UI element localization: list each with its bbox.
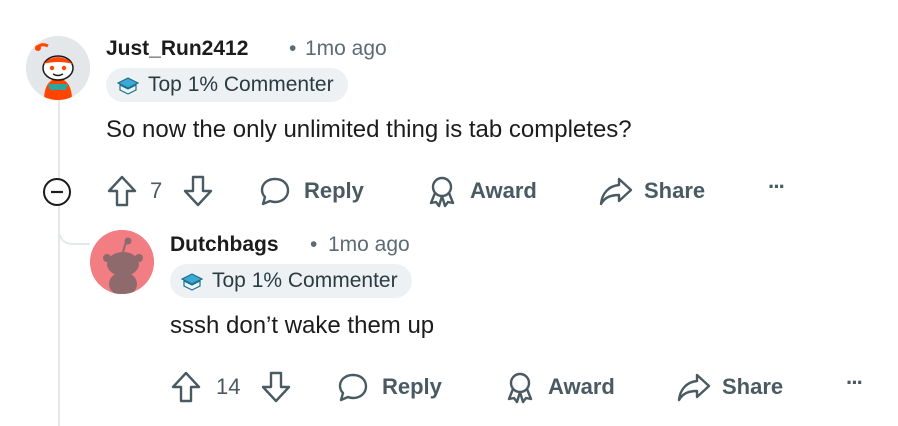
downvote-button[interactable]: [182, 174, 214, 208]
reply-button[interactable]: Reply: [336, 370, 442, 404]
vote-count: 14: [216, 374, 241, 399]
award-label: Award: [548, 374, 615, 399]
downvote-icon: [183, 175, 213, 207]
flair-icon: [180, 271, 204, 291]
flair-icon: [116, 75, 140, 95]
share-icon: [677, 373, 711, 402]
meta-separator: •: [289, 37, 297, 60]
award-icon: [429, 176, 455, 208]
upvote-button[interactable]: [106, 174, 138, 208]
meta-separator: •: [310, 233, 318, 256]
avatar[interactable]: [90, 230, 154, 294]
timestamp[interactable]: 1mo ago: [305, 37, 387, 61]
award-button[interactable]: Award: [426, 174, 537, 208]
reply-label: Reply: [304, 178, 364, 203]
award-icon: [507, 372, 533, 404]
reply-icon: [260, 177, 290, 206]
more-options-button[interactable]: ···: [768, 174, 786, 200]
award-label: Award: [470, 178, 537, 203]
username[interactable]: Dutchbags: [170, 233, 279, 257]
comment-body: sssh don’t wake them up: [170, 312, 435, 339]
upvote-icon: [107, 175, 137, 207]
share-label: Share: [644, 178, 706, 203]
comment-body: So now the only unlimited thing is tab c…: [106, 116, 632, 143]
timestamp[interactable]: 1mo ago: [328, 233, 410, 257]
downvote-button[interactable]: [260, 370, 292, 404]
downvote-icon: [261, 371, 291, 403]
snoo-avatar-icon: [26, 36, 90, 100]
flair-label: Top 1% Commenter: [148, 73, 334, 96]
share-label: Share: [722, 374, 784, 399]
flair-badge: Top 1% Commenter: [170, 264, 412, 298]
thread-line-main: [58, 100, 60, 426]
share-icon: [599, 177, 633, 206]
avatar[interactable]: [26, 36, 90, 100]
share-button[interactable]: Share: [676, 370, 783, 404]
upvote-button[interactable]: [170, 370, 202, 404]
username[interactable]: Just_Run2412: [106, 37, 248, 61]
flair-badge: Top 1% Commenter: [106, 68, 348, 102]
collapse-icon: [43, 178, 71, 206]
reply-icon: [338, 373, 368, 402]
reply-label: Reply: [382, 374, 442, 399]
vote-count: 7: [150, 178, 163, 203]
more-options-button[interactable]: ···: [846, 370, 864, 396]
more-icon: ···: [768, 174, 786, 199]
reply-button[interactable]: Reply: [258, 174, 364, 208]
collapse-button[interactable]: [42, 177, 72, 212]
snoo-avatar-icon: [90, 230, 154, 294]
flair-label: Top 1% Commenter: [212, 269, 398, 292]
award-button[interactable]: Award: [504, 370, 615, 404]
upvote-icon: [171, 371, 201, 403]
share-button[interactable]: Share: [598, 174, 705, 208]
more-icon: ···: [846, 370, 864, 395]
